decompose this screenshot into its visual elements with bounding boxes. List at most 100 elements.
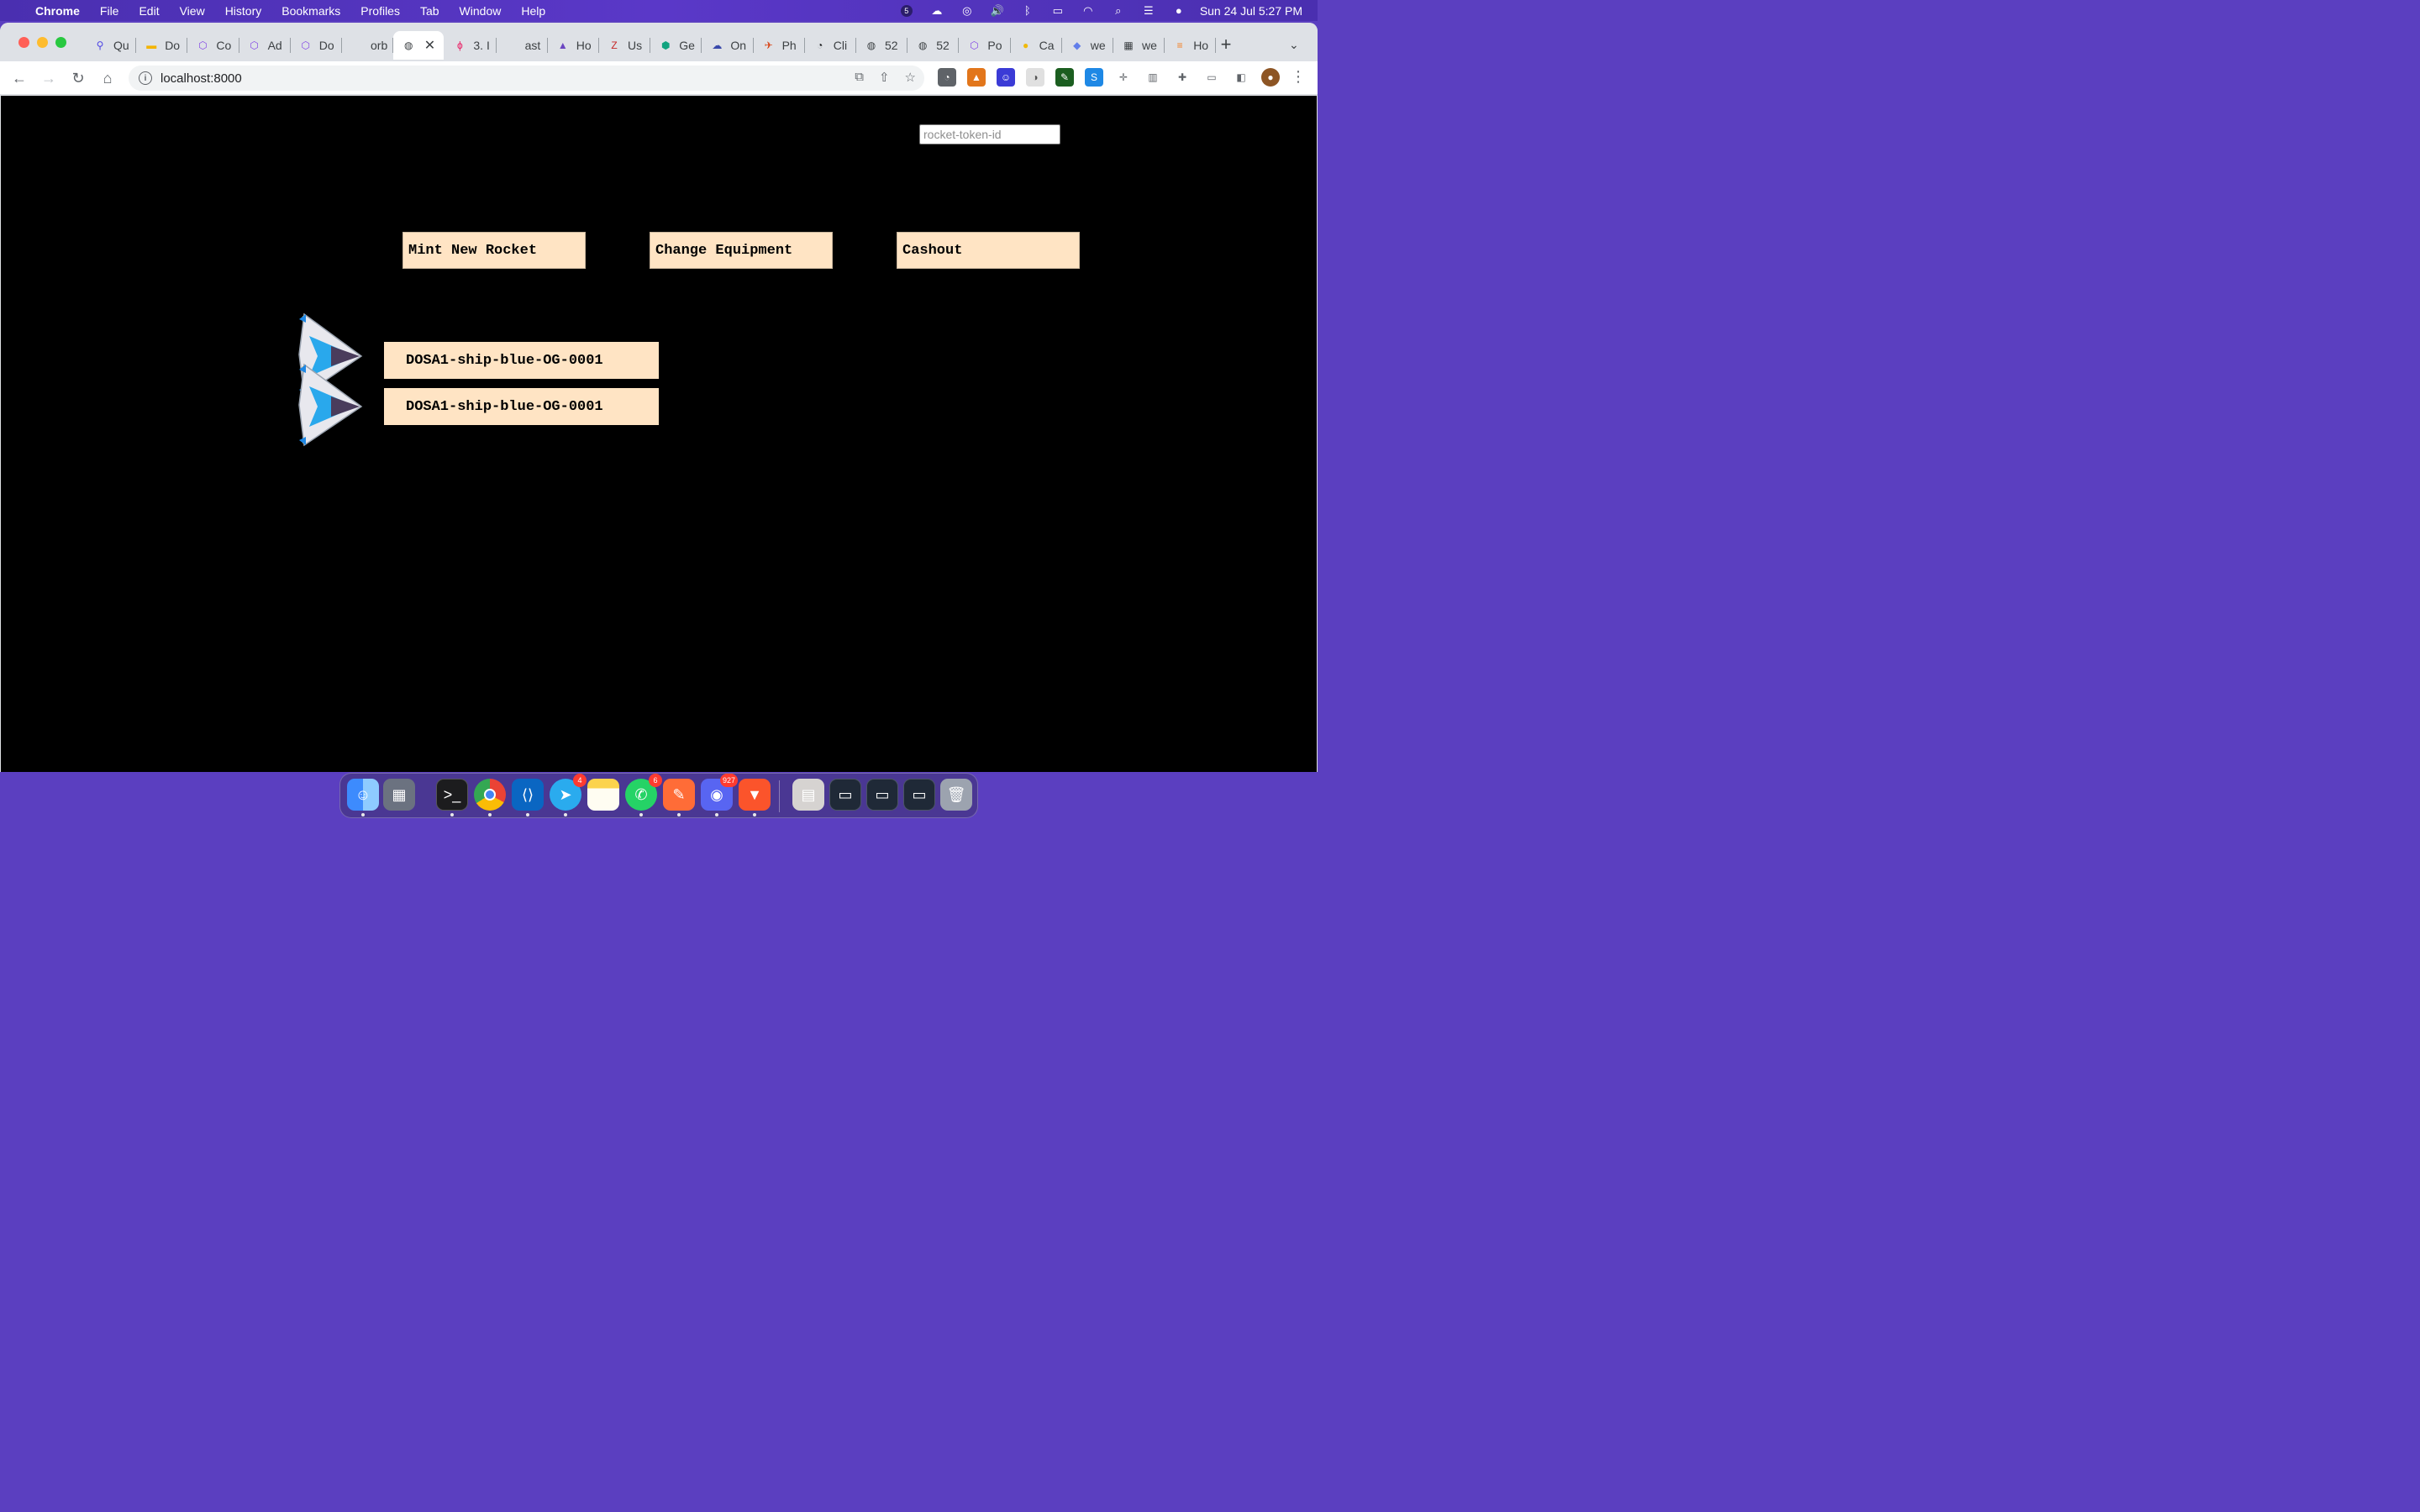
browser-tab[interactable]: ☁ On	[702, 31, 754, 60]
cloud-sync-icon[interactable]: ☁	[928, 4, 946, 18]
mint-new-rocket-button[interactable]: Mint New Rocket	[402, 232, 586, 269]
tab-title: Ca	[1039, 39, 1055, 52]
chrome-menu-icon[interactable]: ⋮	[1291, 68, 1306, 86]
menu-edit[interactable]: Edit	[139, 4, 159, 18]
bluetooth-icon[interactable]: ᛒ	[1018, 4, 1037, 18]
whatsapp-icon[interactable]: ✆ 6	[625, 774, 662, 811]
ship-token-label[interactable]: DOSA1-ship-blue-OG-0001	[384, 388, 659, 425]
browser-tab[interactable]: ≡ Ho	[1165, 31, 1217, 60]
face-extension-icon[interactable]: ☺	[997, 68, 1015, 87]
minimize-window-button[interactable]	[37, 37, 48, 48]
cashout-button[interactable]: Cashout	[897, 232, 1080, 269]
ruler-extension-icon[interactable]: ✛	[1114, 68, 1133, 87]
share-icon[interactable]: ⇧	[879, 70, 890, 85]
menu-app-name[interactable]: Chrome	[35, 4, 80, 18]
bookmark-star-icon[interactable]: ☆	[905, 70, 916, 85]
address-bar[interactable]: i localhost:8000 ⧉ ⇧ ☆	[129, 66, 924, 91]
browser-tab[interactable]: ⬡ Do	[291, 31, 342, 60]
rocket-ship-icon[interactable]	[291, 363, 368, 447]
browser-tab[interactable]: ⬡ Ad	[239, 31, 291, 60]
new-tab-plus-icon[interactable]: +	[1217, 35, 1235, 55]
ship-token-label[interactable]: DOSA1-ship-blue-OG-0001	[384, 342, 659, 379]
window-thumbnail-2[interactable]: ▭	[866, 779, 898, 811]
menu-history[interactable]: History	[225, 4, 262, 18]
spotlight-search-icon[interactable]: ⌕	[1109, 4, 1128, 18]
metamask-fox-icon[interactable]: ▲	[967, 68, 986, 87]
browser-tab[interactable]: ✈ Ph	[754, 31, 805, 60]
browser-tab[interactable]: ◔ Cli	[805, 31, 856, 60]
menu-window[interactable]: Window	[460, 4, 502, 18]
browser-tab[interactable]: ⬡ Co	[187, 31, 239, 60]
home-icon[interactable]: ⌂	[97, 68, 118, 88]
brave-lion-icon[interactable]: ▼	[739, 779, 771, 811]
window-thumbnail-1[interactable]: ▭	[829, 779, 861, 811]
tab-title: Ad	[267, 39, 282, 52]
siri-icon[interactable]: ●	[1170, 4, 1188, 18]
browser-tab[interactable]: ▦ we	[1113, 31, 1165, 60]
menu-bookmarks[interactable]: Bookmarks	[281, 4, 340, 18]
color-picker-extension-icon[interactable]: ✎	[1055, 68, 1074, 87]
menu-help[interactable]: Help	[521, 4, 545, 18]
menu-view[interactable]: View	[180, 4, 205, 18]
cast-icon[interactable]: ▭	[1202, 68, 1221, 87]
downloads-folder-icon[interactable]: ▤	[792, 779, 824, 811]
browser-tab[interactable]: ast	[497, 31, 548, 60]
s-extension-icon[interactable]: S	[1085, 68, 1103, 87]
launchpad-icon[interactable]: ▦	[383, 779, 415, 811]
browser-tab[interactable]: ⬢ Ge	[650, 31, 702, 60]
site-info-icon[interactable]: i	[139, 71, 152, 85]
menu-file[interactable]: File	[100, 4, 119, 18]
notification-count-icon[interactable]: 5	[897, 4, 916, 18]
rocket-token-id-input[interactable]	[919, 124, 1060, 144]
close-window-button[interactable]	[18, 37, 29, 48]
browser-tab[interactable]: ⬡ Po	[959, 31, 1011, 60]
compass-extension-icon[interactable]: ◑	[1026, 68, 1044, 87]
control-center-icon[interactable]: ☰	[1139, 4, 1158, 18]
address-url[interactable]: localhost:8000	[160, 71, 242, 86]
telegram-icon[interactable]: ➤ 4	[550, 774, 587, 811]
finder-icon[interactable]: ☺	[347, 779, 379, 811]
browser-tab[interactable]: orb	[342, 31, 394, 60]
back-arrow-icon[interactable]: ←	[9, 68, 29, 88]
browser-tab[interactable]: ● Ca	[1011, 31, 1062, 60]
chrome-icon[interactable]	[474, 779, 506, 811]
tab-search-chevron-icon[interactable]: ⌄	[1289, 38, 1299, 52]
menu-tab[interactable]: Tab	[420, 4, 439, 18]
notes-icon[interactable]	[587, 779, 619, 811]
menu-bar-clock[interactable]: Sun 24 Jul 5:27 PM	[1200, 4, 1302, 18]
browser-tab[interactable]: Z Us	[599, 31, 651, 60]
compass-icon: ◔	[817, 39, 823, 51]
extensions-puzzle-icon[interactable]: ✚	[1173, 68, 1192, 87]
browser-tab[interactable]: ⚲ Qu	[85, 31, 137, 60]
postman-icon[interactable]: ✎	[663, 779, 695, 811]
barcode-extension-icon[interactable]: ▥	[1144, 68, 1162, 87]
browser-tab[interactable]: ◍ 52	[856, 31, 908, 60]
close-tab-icon[interactable]: ✕	[424, 37, 435, 54]
discord-icon[interactable]: ◉ 927	[701, 774, 738, 811]
browser-tab[interactable]: ϕ 3. I	[445, 31, 497, 60]
window-thumbnail-3[interactable]: ▭	[903, 779, 935, 811]
browser-tab[interactable]: ◆ we	[1062, 31, 1113, 60]
change-equipment-button[interactable]: Change Equipment	[650, 232, 833, 269]
performance-extension-icon[interactable]: ◔	[938, 68, 956, 87]
browser-tab[interactable]: ◍ ✕	[393, 31, 445, 60]
terminal-icon[interactable]: >_	[436, 779, 468, 811]
reload-icon[interactable]: ↻	[68, 68, 88, 88]
fullscreen-window-button[interactable]	[55, 37, 66, 48]
browser-tab[interactable]: ▲ Ho	[548, 31, 599, 60]
blank-icon	[505, 39, 518, 52]
volume-icon[interactable]: 🔊	[988, 4, 1007, 18]
forward-arrow-icon[interactable]: →	[39, 68, 59, 88]
battery-icon[interactable]: ▭	[1049, 4, 1067, 18]
macos-dock: ☺ ▦ >_ ⟨⟩ ➤ 4 ✆ 6 ✎ ◉ 927 ▼ ▤ ▭ ▭ ▭ 🗑	[339, 773, 978, 818]
creative-cloud-icon[interactable]: ◎	[958, 4, 976, 18]
menu-profiles[interactable]: Profiles	[360, 4, 400, 18]
profile-avatar[interactable]: ●	[1261, 68, 1280, 87]
trash-icon[interactable]: 🗑	[940, 779, 972, 811]
vscode-icon[interactable]: ⟨⟩	[512, 779, 544, 811]
browser-tab[interactable]: ▬ Do	[136, 31, 188, 60]
open-in-app-icon[interactable]: ⧉	[855, 70, 864, 85]
browser-tab[interactable]: ◍ 52	[908, 31, 960, 60]
wifi-icon[interactable]: ◠	[1079, 4, 1097, 18]
side-panel-icon[interactable]: ◧	[1232, 68, 1250, 87]
